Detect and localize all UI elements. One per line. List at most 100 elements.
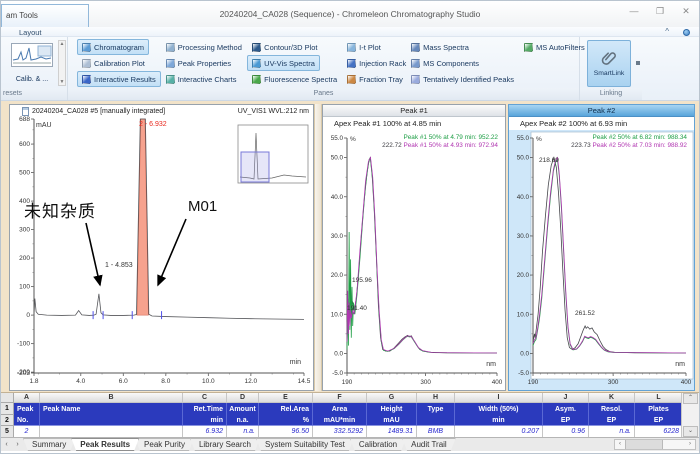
calibration-preset-button[interactable]: Calib. & ... [6,40,58,86]
menu-layout[interactable]: Layout [19,28,42,37]
column-header-A[interactable]: A [14,393,40,403]
grid-cell[interactable]: mAU [367,415,417,426]
ribbon-button-fraction-tray[interactable]: Fraction Tray [342,71,408,87]
grid-cell[interactable]: min [183,415,227,426]
minimize-button[interactable]: — [627,6,641,17]
row-header[interactable]: 5 [1,426,14,437]
grid-cell[interactable]: EP [589,415,635,426]
grid-cell[interactable]: 0.96 [543,426,589,437]
grid-cell[interactable]: No. [14,415,40,426]
row-header[interactable] [1,393,14,403]
grid-cell[interactable]: EP [635,415,681,426]
grid-cell[interactable]: n.a. [589,426,635,437]
grid-cell[interactable]: BMB [417,426,455,437]
ribbon-button-contour-3d-plot[interactable]: Contour/3D Plot [247,39,322,55]
grid-cell[interactable]: Resol. [589,403,635,415]
column-header-I[interactable]: I [455,393,543,403]
close-button[interactable]: ✕ [679,6,693,17]
peak2-spectrum-plot[interactable]: 55.050.040.030.020.010.00.0-5.0190300400 [509,130,694,390]
row-header[interactable]: 2 [1,415,14,426]
grid-cell[interactable]: Peak [14,403,40,415]
grid-cell[interactable]: 0.207 [455,426,543,437]
grid-cell[interactable]: Peak Name [40,403,183,415]
chromatogram-plot[interactable]: 6886005004003002001000-100-200-2031.84.0… [10,105,313,390]
restore-button[interactable]: ❐ [653,6,667,17]
ribbon-button-interactive-results[interactable]: Interactive Results [77,71,161,87]
grid-scroll-up-icon[interactable]: ⌃ [683,393,698,404]
ribbon-button-interactive-charts[interactable]: Interactive Charts [161,71,242,87]
column-header-G[interactable]: G [367,393,417,403]
ribbon-button-fluorescence-spectra[interactable]: Fluorescence Spectra [247,71,342,87]
sheet-tab-audit-trail[interactable]: Audit Trail [402,438,456,451]
smartlink-dropdown-icon[interactable] [636,61,640,65]
peak2-panel-title[interactable]: Peak #2 [509,105,694,117]
grid-cell[interactable]: 6.932 [183,426,227,437]
sheet-tab-system-suitability-test[interactable]: System Suitability Test [256,438,354,451]
ribbon-button-calibration-plot[interactable]: Calibration Plot [77,55,150,71]
scroll-up-icon[interactable]: ▲ [60,41,65,47]
grid-cell[interactable] [417,415,455,426]
grid-cell[interactable]: mAU*min [313,415,367,426]
ribbon-button-tentatively-identified-peaks[interactable]: Tentatively Identified Peaks [406,71,519,87]
grid-cell[interactable]: Asym. [543,403,589,415]
row-header[interactable]: 1 [1,403,14,415]
grid-cell[interactable]: Area [313,403,367,415]
grid-vertical-scrollbar[interactable]: ⌃ ⌄ [681,393,699,437]
hscroll-right-icon[interactable]: › [685,440,695,449]
grid-cell[interactable]: % [259,415,313,426]
sheet-tab-summary[interactable]: Summary [23,438,75,451]
help-icon[interactable] [683,29,690,36]
column-header-B[interactable]: B [40,393,183,403]
hscroll-thumb[interactable] [625,440,663,449]
grid-cell[interactable]: Height [367,403,417,415]
column-header-F[interactable]: F [313,393,367,403]
grid-cell[interactable]: 2 [14,426,40,437]
hscroll-left-icon[interactable]: ‹ [615,440,625,449]
ribbon-button-processing-method[interactable]: Processing Method [161,39,247,55]
grid-cell[interactable]: 6228 [635,426,681,437]
ribbon-button-peak-properties[interactable]: Peak Properties [161,55,236,71]
grid-cell[interactable]: Width (50%) [455,403,543,415]
ribbon-button-uv-vis-spectra[interactable]: UV-Vis Spectra [247,55,320,71]
ribbon-button-ms-components[interactable]: MS Components [406,55,484,71]
grid-cell[interactable]: 96.50 [259,426,313,437]
grid-cell[interactable]: EP [543,415,589,426]
ribbon-button-i-t-plot[interactable]: I-t Plot [342,39,386,55]
sheet-tab-calibration[interactable]: Calibration [350,438,406,451]
sheet-nav-right-icon[interactable]: › [12,438,23,451]
sheet-tab-peak-purity[interactable]: Peak Purity [135,438,194,451]
grid-cell[interactable]: Type [417,403,455,415]
grid-cell[interactable]: Amount [227,403,259,415]
grid-scroll-down-icon[interactable]: ⌄ [683,426,698,437]
column-header-D[interactable]: D [227,393,259,403]
grid-cell[interactable] [40,426,183,437]
grid-cell[interactable]: n.a. [227,426,259,437]
sheet-tab-peak-results[interactable]: Peak Results [71,438,139,451]
column-header-C[interactable]: C [183,393,227,403]
ribbon-collapse-icon[interactable]: ^ [665,28,669,36]
ribbon-button-chromatogram[interactable]: Chromatogram [77,39,149,55]
scroll-down-icon[interactable]: ▼ [60,79,65,85]
column-header-E[interactable]: E [259,393,313,403]
column-header-K[interactable]: K [589,393,635,403]
ribbon-button-injection-rack[interactable]: Injection Rack [342,55,411,71]
grid-cell[interactable]: min [455,415,543,426]
sheet-nav-left-icon[interactable]: ‹ [1,438,12,451]
grid-cell[interactable]: n.a. [227,415,259,426]
peak1-panel-title[interactable]: Peak #1 [323,105,505,117]
peak1-spectrum-plot[interactable]: 55.050.040.030.020.010.00.0-5.0190300400 [323,130,505,390]
grid-cell[interactable]: 1489.31 [367,426,417,437]
grid-cell[interactable]: Plates [635,403,681,415]
column-header-J[interactable]: J [543,393,589,403]
sheet-tab-library-search[interactable]: Library Search [190,438,260,451]
grid-cell[interactable]: Rel.Area [259,403,313,415]
column-header-L[interactable]: L [635,393,681,403]
panel-splitter[interactable] [314,104,322,391]
sheet-horizontal-scrollbar[interactable]: ‹ › [614,439,696,450]
presets-scrollbar[interactable]: ▲ ▼ [58,40,66,86]
smartlink-button[interactable]: SmartLink [587,40,631,87]
grid-cell[interactable]: Ret.Time [183,403,227,415]
ribbon-button-mass-spectra[interactable]: Mass Spectra [406,39,474,55]
grid-cell[interactable] [40,415,183,426]
grid-cell[interactable]: 332.5292 [313,426,367,437]
